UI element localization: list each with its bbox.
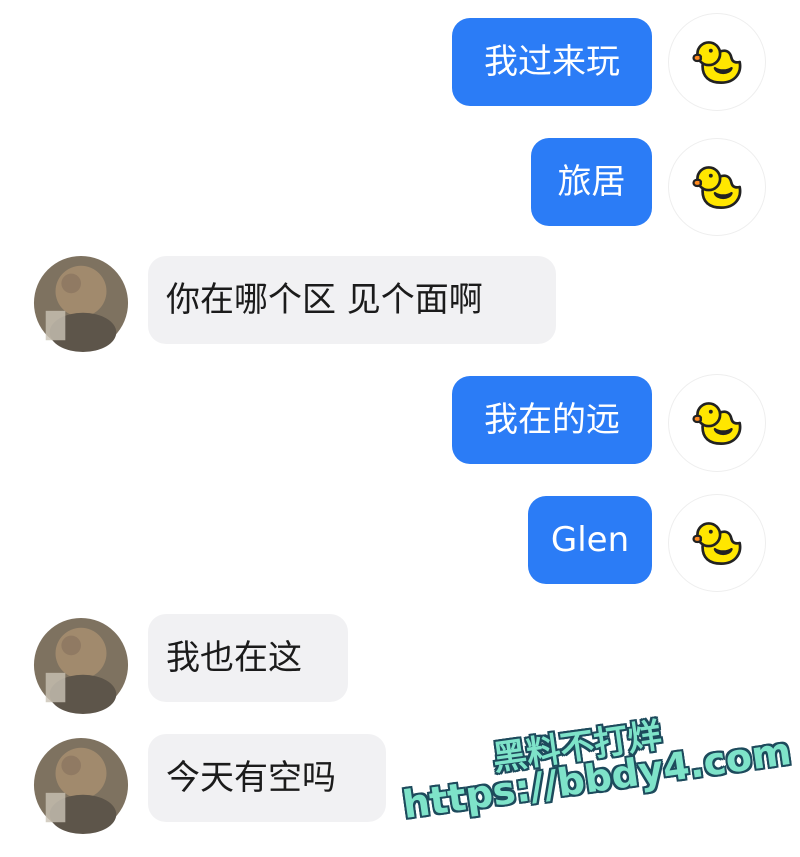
message-bubble-incoming[interactable]: 我也在这: [148, 614, 348, 702]
message-text: 我过来玩: [484, 42, 620, 82]
blurred-photo-icon: [32, 616, 130, 714]
duck-avatar[interactable]: [668, 138, 766, 236]
blurred-photo-icon: [32, 254, 130, 352]
duck-icon: [684, 29, 750, 95]
message-text: 我在的远: [484, 400, 620, 440]
message-row: 我在的远: [0, 374, 800, 472]
message-text: 你在哪个区 见个面啊: [166, 280, 483, 320]
message-text: 我也在这: [166, 638, 302, 678]
message-bubble-outgoing[interactable]: 我过来玩: [452, 18, 652, 106]
contact-avatar[interactable]: [32, 736, 130, 834]
message-row: 今天有空吗: [0, 734, 800, 822]
message-row: 我过来玩: [0, 13, 800, 111]
duck-icon: [684, 154, 750, 220]
message-bubble-outgoing[interactable]: 我在的远: [452, 376, 652, 464]
message-text: 旅居: [557, 162, 626, 202]
contact-avatar[interactable]: [32, 616, 130, 714]
message-text: 今天有空吗: [166, 758, 336, 798]
chat-thread: 我过来玩 旅居 你在哪个区 见个面啊 我在的远 Glen 我也在这 今天有空吗: [0, 0, 800, 857]
contact-avatar[interactable]: [32, 254, 130, 352]
duck-avatar[interactable]: [668, 374, 766, 472]
message-bubble-outgoing[interactable]: Glen: [528, 496, 652, 584]
duck-icon: [684, 510, 750, 576]
duck-avatar[interactable]: [668, 13, 766, 111]
blurred-photo-icon: [32, 736, 130, 834]
message-row: 我也在这: [0, 614, 800, 702]
message-row: 你在哪个区 见个面啊: [0, 256, 800, 344]
message-bubble-outgoing[interactable]: 旅居: [531, 138, 652, 226]
duck-icon: [684, 390, 750, 456]
message-row: 旅居: [0, 138, 800, 236]
message-bubble-incoming[interactable]: 你在哪个区 见个面啊: [148, 256, 556, 344]
message-bubble-incoming[interactable]: 今天有空吗: [148, 734, 386, 822]
duck-avatar[interactable]: [668, 494, 766, 592]
message-text: Glen: [550, 520, 630, 560]
message-row: Glen: [0, 494, 800, 592]
